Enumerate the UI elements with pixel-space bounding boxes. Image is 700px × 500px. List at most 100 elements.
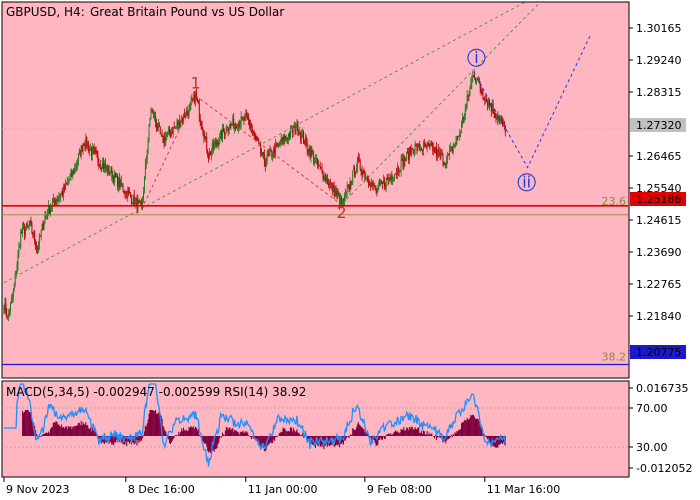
- candle-body: [21, 231, 23, 234]
- candle-body: [111, 168, 113, 179]
- candle-body: [163, 136, 165, 144]
- candle-body: [502, 120, 503, 125]
- candle-body: [442, 154, 444, 165]
- candle-body: [458, 136, 460, 138]
- candle-body: [330, 182, 332, 184]
- candle-body: [276, 144, 277, 146]
- candle-body: [114, 172, 116, 183]
- candle-body: [413, 151, 415, 154]
- candle-body: [318, 164, 320, 166]
- candle-body: [465, 104, 467, 108]
- fibonacci-label: 23.6: [602, 195, 627, 208]
- candle-body: [497, 116, 499, 121]
- candle-body: [40, 229, 42, 236]
- candle-body: [394, 174, 396, 179]
- candle-body: [116, 175, 117, 178]
- candle-body: [316, 158, 317, 160]
- candle-body: [295, 129, 297, 133]
- candle-body: [424, 143, 426, 146]
- candle-body: [396, 167, 398, 174]
- candle-body: [13, 284, 15, 292]
- price-chart[interactable]: 23.638.212iii GBPUSD, H4: Great Britain …: [0, 0, 700, 500]
- candle-body: [24, 227, 25, 235]
- candle-body: [75, 168, 77, 169]
- candle-body: [470, 83, 472, 88]
- candle-body: [199, 117, 201, 121]
- candle-body: [120, 179, 122, 186]
- candle-body: [298, 133, 300, 135]
- candle-body: [38, 235, 40, 247]
- candle-body: [349, 181, 351, 190]
- candle-body: [267, 154, 269, 156]
- candle-body: [63, 186, 64, 196]
- candle-body: [170, 133, 171, 136]
- candle-body: [409, 147, 410, 160]
- candle-body: [225, 126, 227, 133]
- candle-body: [55, 200, 57, 205]
- candle-body: [462, 117, 464, 120]
- candle-body: [482, 92, 484, 99]
- candle-body: [485, 98, 487, 102]
- candle-body: [83, 144, 85, 146]
- candle-body: [124, 192, 126, 195]
- candle-body: [256, 138, 258, 141]
- candle-body: [270, 150, 272, 152]
- candle-body: [405, 158, 407, 162]
- candle-body: [142, 199, 144, 206]
- candle-body: [167, 131, 169, 136]
- candle-body: [221, 130, 223, 139]
- candle-body: [37, 246, 39, 250]
- indicator-tick-label: -0.012052: [636, 462, 692, 475]
- candle-body: [250, 127, 252, 129]
- candle-body: [237, 123, 239, 129]
- candle-body: [233, 118, 235, 129]
- candle-body: [322, 171, 324, 179]
- candle-body: [494, 113, 496, 118]
- candle-body: [158, 124, 160, 127]
- candle-body: [368, 181, 370, 185]
- candle-body: [10, 303, 11, 313]
- price-chart-background: [2, 2, 629, 378]
- candle-body: [59, 197, 61, 198]
- candle-body: [179, 119, 181, 127]
- candle-body: [37, 247, 38, 250]
- candle-body: [324, 175, 326, 181]
- candle-body: [165, 136, 167, 142]
- price-tick-label: 1.30165: [636, 22, 682, 35]
- candle-body: [487, 100, 489, 106]
- candle-body: [113, 175, 115, 183]
- wave-label: 1: [190, 73, 200, 92]
- candle-body: [230, 123, 232, 125]
- chart-symbol-label: GBPUSD, H4:: [6, 5, 85, 19]
- price-tick-label: 1.26465: [636, 150, 682, 163]
- candle-body: [436, 149, 438, 157]
- candle-body: [436, 147, 437, 157]
- candle-body: [406, 151, 408, 159]
- candle-body: [404, 157, 406, 162]
- candle-body: [432, 145, 434, 152]
- candle-body: [472, 75, 474, 79]
- candle-body: [382, 180, 384, 184]
- candle-body: [416, 144, 418, 151]
- time-tick-label: 11 Mar 16:00: [487, 483, 560, 496]
- candle-body: [280, 138, 282, 145]
- candle-body: [162, 135, 164, 144]
- candle-body: [5, 302, 7, 314]
- candle-body: [401, 158, 403, 161]
- candle-body: [359, 159, 361, 169]
- candle-body: [80, 145, 82, 157]
- candle-body: [125, 191, 127, 195]
- candle-body: [329, 182, 331, 184]
- candle-body: [152, 109, 154, 111]
- candle-body: [238, 123, 240, 127]
- price-tick-label: 1.24615: [636, 214, 682, 227]
- candle-body: [90, 148, 91, 150]
- candle-body: [445, 164, 447, 168]
- candle-body: [144, 164, 146, 177]
- candle-body: [375, 188, 377, 190]
- time-tick-label: 9 Feb 08:00: [367, 483, 432, 496]
- candle-body: [353, 167, 355, 171]
- candle-body: [452, 146, 454, 153]
- candle-body: [429, 144, 431, 145]
- candle-body: [488, 100, 489, 106]
